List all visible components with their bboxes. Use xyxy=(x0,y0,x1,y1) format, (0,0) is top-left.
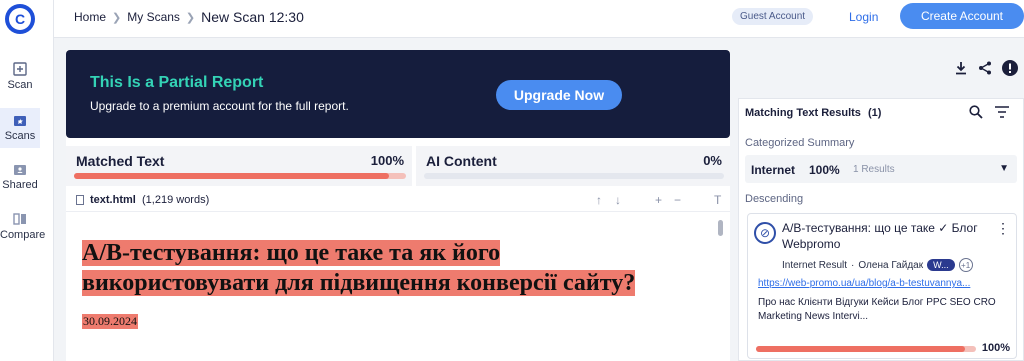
tab-matched-text[interactable]: Matched Text 100% xyxy=(66,146,412,186)
document-title-highlight: А/В-тестування: що це таке та як його ви… xyxy=(82,240,636,296)
download-icon[interactable] xyxy=(954,61,968,75)
result-match-percent: 100% xyxy=(981,342,1010,354)
internet-label: Internet xyxy=(751,163,796,177)
banner-subtitle: Upgrade to a premium account for the ful… xyxy=(90,99,349,113)
arrow-up-icon[interactable]: ↑ xyxy=(596,193,602,207)
matching-results-card: Matching Text Results (1) Categorized Su… xyxy=(738,98,1024,361)
breadcrumb-my-scans[interactable]: My Scans xyxy=(127,10,180,24)
search-icon[interactable] xyxy=(969,105,983,119)
zoom-in-icon[interactable]: + xyxy=(655,193,662,207)
matched-text-progress xyxy=(74,173,406,179)
rail-item-shared-label: Shared xyxy=(2,179,38,191)
results-sidebar: Matching Text Results (1) Categorized Su… xyxy=(730,38,1024,361)
scan-icon xyxy=(13,62,27,76)
tab-matched-text-percent: 100% xyxy=(370,153,404,168)
rail-item-scan[interactable]: Scan xyxy=(0,62,40,96)
categorized-summary-label: Categorized Summary xyxy=(745,137,855,149)
result-match-progress-fill xyxy=(756,346,965,352)
logo[interactable]: C xyxy=(5,4,35,34)
document-date: 30.09.2024 xyxy=(82,314,138,329)
result-snippet: Про нас Клієнти Відгуки Кейси Блог PPC S… xyxy=(758,297,996,322)
left-rail: C Scan Scans Shared Compare xyxy=(0,0,54,361)
matching-results-count: (1) xyxy=(868,107,882,119)
text-format-icon[interactable]: T xyxy=(714,193,721,207)
document-viewer: А/В-тестування: що це таке та як його ви… xyxy=(66,214,730,361)
arrow-down-icon[interactable]: ↓ xyxy=(615,193,621,207)
chevron-right-icon: ❯ xyxy=(185,11,196,24)
chevron-down-icon[interactable]: ▼ xyxy=(999,163,1009,174)
matched-text-progress-fill xyxy=(74,173,390,179)
sort-descending-label[interactable]: Descending xyxy=(745,193,803,205)
result-url[interactable]: https://web-promo.ua/ua/blog/a-b-testuva… xyxy=(758,278,1010,289)
compare-icon xyxy=(13,213,26,225)
guest-account-badge: Guest Account xyxy=(732,8,814,25)
result-match-progress xyxy=(756,346,976,352)
logo-icon: C xyxy=(9,8,31,30)
report-actions xyxy=(954,60,1018,76)
internet-percent: 100% xyxy=(809,163,840,177)
rail-item-compare-label: Compare xyxy=(0,229,46,241)
tab-ai-content[interactable]: AI Content 0% xyxy=(416,146,730,186)
matching-results-title: Matching Text Results (1) xyxy=(745,107,881,119)
report-panel: This Is a Partial Report Upgrade to a pr… xyxy=(66,50,730,361)
zoom-out-icon[interactable]: − xyxy=(674,193,681,207)
document-scrollbar[interactable] xyxy=(718,220,723,236)
more-options-icon[interactable]: ⋮ xyxy=(996,220,1010,237)
breadcrumb-home[interactable]: Home xyxy=(74,10,106,24)
tab-ai-content-percent: 0% xyxy=(703,153,722,168)
upgrade-now-button[interactable]: Upgrade Now xyxy=(496,80,622,110)
rail-item-scans-label: Scans xyxy=(4,130,36,142)
breadcrumb: Home ❯ My Scans ❯ New Scan 12:30 xyxy=(74,9,304,25)
file-name: text.html xyxy=(90,194,136,206)
document-title: А/В-тестування: що це таке та як його ви… xyxy=(82,238,662,298)
rail-item-shared[interactable]: Shared xyxy=(0,162,40,196)
rail-item-scans[interactable]: Scans xyxy=(0,108,40,148)
breadcrumb-current: New Scan 12:30 xyxy=(201,9,304,25)
tab-ai-content-label: AI Content xyxy=(426,153,497,169)
result-item[interactable]: ⊘ А/В-тестування: що це таке ✓ Блог Webp… xyxy=(747,213,1017,359)
partial-report-banner: This Is a Partial Report Upgrade to a pr… xyxy=(66,50,730,138)
banner-title: This Is a Partial Report xyxy=(90,74,264,91)
matching-results-title-text: Matching Text Results xyxy=(745,107,861,119)
meta-separator: · xyxy=(851,259,855,271)
more-sources-chip[interactable]: +1 xyxy=(958,258,973,272)
share-icon[interactable] xyxy=(978,61,992,75)
result-title[interactable]: А/В-тестування: що це таке ✓ Блог Webpro… xyxy=(782,220,992,252)
scans-icon xyxy=(14,116,26,126)
file-word-count: (1,219 words) xyxy=(142,194,210,206)
result-source-chip[interactable]: W... xyxy=(927,259,955,271)
shared-icon xyxy=(14,165,26,175)
file-icon xyxy=(76,195,84,205)
login-link[interactable]: Login xyxy=(849,10,878,24)
create-account-button[interactable]: Create Account xyxy=(900,3,1024,29)
result-type: Internet Result xyxy=(782,259,848,271)
chevron-right-icon: ❯ xyxy=(112,11,122,24)
tab-matched-text-label: Matched Text xyxy=(76,153,165,169)
result-author: Олена Гайдак xyxy=(858,259,924,271)
top-bar: Home ❯ My Scans ❯ New Scan 12:30 Guest A… xyxy=(54,0,1024,38)
rail-item-scan-label: Scan xyxy=(7,79,33,91)
file-toolbar: text.html (1,219 words) ↑ ↓ + − T xyxy=(66,188,730,212)
rail-item-compare[interactable]: Compare xyxy=(0,212,45,246)
ai-content-progress xyxy=(424,173,724,179)
result-meta: Internet Result · Олена Гайдак W... +1 xyxy=(782,258,973,272)
internet-results-count: 1 Results xyxy=(853,164,895,175)
internet-summary-row[interactable]: Internet 100% 1 Results ▼ xyxy=(745,155,1017,183)
filter-icon[interactable] xyxy=(995,106,1009,118)
web-result-icon: ⊘ xyxy=(754,222,776,244)
alert-icon[interactable] xyxy=(1002,60,1018,76)
